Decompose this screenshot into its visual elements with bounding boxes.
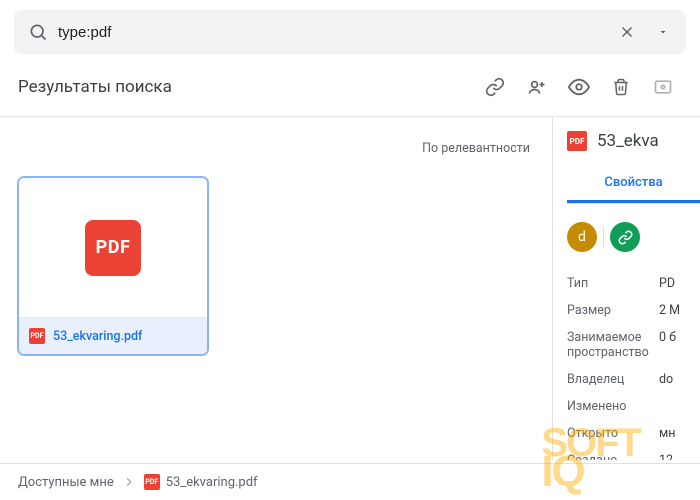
avatar-separator	[603, 226, 604, 248]
pdf-small-icon: PDF	[144, 474, 160, 490]
file-card[interactable]: PDF PDF 53_ekvaring.pdf	[18, 177, 208, 355]
search-bar	[14, 10, 686, 54]
breadcrumb: Доступные мне PDF 53_ekvaring.pdf	[0, 463, 700, 500]
search-input[interactable]	[48, 24, 610, 41]
prop-row: Создано12	[567, 447, 700, 460]
more-options-button[interactable]	[644, 68, 682, 106]
details-title-row: PDF 53_ekva	[567, 131, 700, 151]
pdf-small-icon: PDF	[29, 328, 45, 344]
chevron-right-icon	[122, 475, 136, 489]
search-options-button[interactable]	[646, 15, 680, 49]
search-icon	[28, 22, 48, 42]
prop-row: Занимаемое пространство0 б	[567, 324, 700, 366]
page-header: Результаты поиска	[0, 62, 700, 117]
properties-list: ТипPD Размер2 М Занимаемое пространство0…	[567, 270, 700, 460]
sharing-avatars: d	[567, 204, 700, 270]
main-content: По релевантности PDF PDF 53_ekvaring.pdf…	[0, 117, 700, 460]
prop-row: Владелецdo	[567, 366, 700, 393]
tab-properties[interactable]: Свойства	[567, 165, 700, 203]
delete-button[interactable]	[602, 68, 640, 106]
share-button[interactable]	[518, 68, 556, 106]
prop-row: Открытомн	[567, 420, 700, 447]
results-area: По релевантности PDF PDF 53_ekvaring.pdf	[0, 117, 552, 460]
sort-label[interactable]: По релевантности	[422, 141, 530, 156]
prop-row: ТипPD	[567, 270, 700, 297]
breadcrumb-root[interactable]: Доступные мне	[18, 475, 114, 490]
details-panel: PDF 53_ekva Свойства d ТипPD Размер2 М З…	[552, 117, 700, 460]
file-preview: PDF	[19, 178, 207, 318]
file-card-footer: PDF 53_ekvaring.pdf	[19, 318, 207, 354]
pdf-icon: PDF	[567, 131, 587, 151]
details-title: 53_ekva	[597, 131, 659, 151]
link-sharing-avatar[interactable]	[610, 222, 640, 252]
preview-button[interactable]	[560, 68, 598, 106]
get-link-button[interactable]	[476, 68, 514, 106]
prop-row: Размер2 М	[567, 297, 700, 324]
prop-row: Изменено	[567, 393, 700, 420]
owner-avatar[interactable]: d	[567, 222, 597, 252]
page-title: Результаты поиска	[18, 77, 476, 97]
pdf-icon: PDF	[85, 220, 141, 276]
toolbar	[476, 68, 682, 106]
breadcrumb-file[interactable]: PDF 53_ekvaring.pdf	[144, 474, 258, 490]
details-tabs: Свойства	[567, 165, 700, 204]
breadcrumb-file-name: 53_ekvaring.pdf	[166, 475, 258, 490]
clear-search-button[interactable]	[610, 15, 644, 49]
file-name: 53_ekvaring.pdf	[53, 329, 142, 344]
